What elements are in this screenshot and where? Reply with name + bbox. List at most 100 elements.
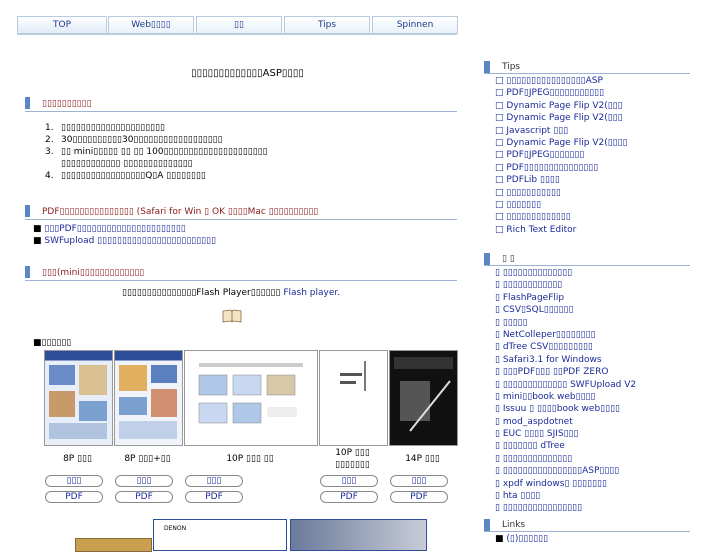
view-button[interactable]: ▯▯▯ (320, 475, 378, 487)
pdf-link-1[interactable]: ■ ▯▯▯PDF▯▯▯▯▯▯▯▯▯▯▯▯▯▯▯▯▯▯▯▯▯▯ (33, 224, 186, 234)
sample-thumbnail-7[interactable]: DENON (153, 519, 287, 551)
heading-text: ▯▯▯▯▯▯▯▯▯▯ (42, 99, 92, 109)
sidebar-item-news[interactable]: ▯ ▯▯▯▯▯▯▯▯▯▯▯▯▯▯▯▯ASP▯▯▯▯ (495, 465, 636, 477)
sidebar-item-news[interactable]: ▯ ▯▯▯▯▯▯▯▯▯▯▯▯▯▯ (495, 267, 636, 279)
heading-bar (484, 253, 490, 265)
list-item: 2. 30▯▯▯▯▯▯▯▯▯▯30▯▯▯▯▯▯▯▯▯▯▯▯▯▯▯▯▯▯ (45, 135, 223, 145)
heading-bar (25, 96, 30, 109)
sidebar-item-link[interactable]: ■ (▯)▯▯▯▯▯▯ (495, 533, 548, 545)
tab-misc[interactable]: ▯▯ (196, 16, 282, 34)
sidebar-item-news[interactable]: ▯ hta ▯▯▯▯ (495, 490, 636, 502)
sidebar-item-tip[interactable]: □ Dynamic Page Flip V2(▯▯▯ (495, 100, 628, 112)
heading-text: PDF▯▯▯▯▯▯▯▯▯▯▯▯▯▯▯ (Safari for Win ▯ OK … (42, 207, 319, 217)
thumb-brand-label: DENON (164, 525, 187, 532)
sidebar-item-news[interactable]: ▯ Safari3.1 for Windows (495, 354, 636, 366)
view-button[interactable]: ▯▯▯ (45, 475, 103, 487)
pdf-button[interactable]: PDF (45, 491, 103, 503)
thumb-caption: 8P ▯▯▯ (63, 454, 92, 464)
bullet: ■ (495, 534, 507, 544)
sample-thumbnail-5[interactable] (389, 350, 458, 446)
thumb-caption: 10P ▯▯▯ (335, 448, 370, 458)
thumb-caption: 10P ▯▯▯ ▯▯ (226, 454, 274, 464)
sidebar-item-news[interactable]: ▯ ▯▯▯▯▯▯▯ dTree (495, 440, 636, 452)
sample-thumbnail-2[interactable] (114, 350, 183, 446)
list-item: 3. ▯▯ mini▯▯▯▯▯ ▯▯ ▯▯ 100▯▯▯▯▯▯▯▯▯▯▯▯▯▯▯▯… (45, 147, 268, 157)
sidebar-item-tip[interactable]: □ PDF▯JPEG▯▯▯▯▯▯▯ (495, 149, 628, 161)
sidebar-item-tip[interactable]: □ PDFLib ▯▯▯▯ (495, 174, 628, 186)
tips-list: □ ▯▯▯▯▯▯▯▯▯▯▯▯▯▯▯▯ASP □ PDF▯JPEG▯▯▯▯▯▯▯▯… (495, 75, 628, 236)
sidebar-item-news[interactable]: ▯ dTree CSV▯▯▯▯▯▯▯▯▯ (495, 341, 636, 353)
book-icon[interactable] (222, 309, 242, 323)
sidebar-item-news[interactable]: ▯ EUC ▯▯▯▯ SJIS▯▯▯ (495, 428, 636, 440)
sidebar-item-tip[interactable]: □ Rich Text Editor (495, 224, 628, 236)
heading-bar (25, 204, 30, 217)
sidebar-item-news[interactable]: ▯ ▯▯▯▯▯▯▯▯▯▯▯▯▯▯ (495, 453, 636, 465)
sidebar-heading-links: Links (484, 519, 690, 532)
sidebar-item-tip[interactable]: □ ▯▯▯▯▯▯▯▯▯▯▯▯▯ (495, 211, 628, 223)
sidebar-item-tip[interactable]: □ PDF▯▯▯▯▯▯▯▯▯▯▯▯▯▯▯ (495, 162, 628, 174)
section-heading-pdf: PDF▯▯▯▯▯▯▯▯▯▯▯▯▯▯▯ (Safari for Win ▯ OK … (25, 204, 457, 220)
news-list: ▯ ▯▯▯▯▯▯▯▯▯▯▯▯▯▯ ▯ ▯▯▯▯▯▯▯▯▯▯▯▯ ▯ FlashP… (495, 267, 636, 515)
thumb-caption: 14P ▯▯▯ (405, 454, 440, 464)
samples-label: ■▯▯▯▯▯▯ (33, 338, 72, 348)
sidebar-item-news[interactable]: ▯ mod_aspdotnet (495, 416, 636, 428)
sidebar-item-news[interactable]: ▯ ▯▯▯▯▯▯▯▯▯▯▯▯▯▯▯▯ (495, 502, 636, 514)
heading-text: Tips (502, 62, 521, 72)
tab-web[interactable]: Web▯▯▯▯ (108, 16, 194, 34)
pdf-link-2[interactable]: ■ SWFupload ▯▯▯▯▯▯▯▯▯▯▯▯▯▯▯▯▯▯▯▯▯▯▯▯ (33, 236, 216, 246)
view-button[interactable]: ▯▯▯ (115, 475, 173, 487)
sidebar-item-news[interactable]: ▯ ▯▯▯▯▯ (495, 317, 636, 329)
sidebar-item-news[interactable]: ▯ Issuu ▯ ▯▯▯▯book web▯▯▯▯ (495, 403, 636, 415)
sample-thumbnail-4[interactable] (319, 350, 388, 446)
sidebar-item-news[interactable]: ▯ mini▯▯book web▯▯▯▯ (495, 391, 636, 403)
pdf-button[interactable]: PDF (185, 491, 243, 503)
sidebar-item-tip[interactable]: □ ▯▯▯▯▯▯▯▯▯▯▯ (495, 187, 628, 199)
sidebar-item-news[interactable]: ▯ NetColleper▯▯▯▯▯▯▯▯ (495, 329, 636, 341)
sidebar-item-tip[interactable]: □ Dynamic Page Flip V2(▯▯▯▯ (495, 137, 628, 149)
sample-thumbnail-6[interactable] (75, 538, 152, 552)
sidebar-item-tip[interactable]: □ ▯▯▯▯▯▯▯▯▯▯▯▯▯▯▯▯ASP (495, 75, 628, 87)
heading-bar (25, 265, 30, 278)
links-list: ■ (▯)▯▯▯▯▯▯ (495, 533, 548, 545)
thumb-caption: 8P ▯▯▯+▯▯ (124, 454, 171, 464)
heading-text: ▯ ▯ (502, 254, 515, 264)
heading-text: ▯▯▯(mini▯▯▯▯▯▯▯▯▯▯▯▯▯ (42, 268, 145, 278)
sidebar-item-news[interactable]: ▯ ▯▯▯PDF▯▯▯ ▯▯PDF ZERO (495, 366, 636, 378)
sidebar-item-tip[interactable]: □ PDF▯JPEG▯▯▯▯▯▯▯▯▯▯▯ (495, 87, 628, 99)
list-item: 4. ▯▯▯▯▯▯▯▯▯▯▯▯▯▯▯▯▯Q▯A ▯▯▯▯▯▯▯▯ (45, 171, 206, 181)
sidebar-item-news[interactable]: ▯ ▯▯▯▯▯▯▯▯▯▯▯▯▯ SWFUpload V2 (495, 379, 636, 391)
sidebar-item-news[interactable]: ▯ CSV▯SQL▯▯▯▯▯▯ (495, 304, 636, 316)
sidebar-heading-tips: Tips (484, 61, 690, 74)
sidebar-item-tip[interactable]: □ ▯▯▯▯▯▯▯ (495, 199, 628, 211)
section-heading-samples: ▯▯▯(mini▯▯▯▯▯▯▯▯▯▯▯▯▯ (25, 265, 457, 281)
bullet: ■ (33, 236, 45, 246)
sample-thumbnail-3[interactable] (184, 350, 318, 446)
sample-thumbnail-1[interactable] (44, 350, 113, 446)
section-heading-features: ▯▯▯▯▯▯▯▯▯▯ (25, 96, 457, 112)
list-item: ▯▯▯▯▯▯▯▯▯▯▯▯ ▯▯▯▯▯▯▯▯▯▯▯▯▯▯ (61, 159, 193, 169)
list-item: 1. ▯▯▯▯▯▯▯▯▯▯▯▯▯▯▯▯▯▯▯▯▯ (45, 123, 166, 133)
bullet: ■ (33, 224, 45, 234)
view-button[interactable]: ▯▯▯ (390, 475, 448, 487)
heading-bar (484, 61, 490, 73)
flash-note: ▯▯▯▯▯▯▯▯▯▯▯▯▯▯▯Flash Player▯▯▯▯▯▯ Flash … (122, 288, 341, 298)
heading-bar (484, 519, 490, 531)
features-list: 1. ▯▯▯▯▯▯▯▯▯▯▯▯▯▯▯▯▯▯▯▯▯ 2. 30▯▯▯▯▯▯▯▯▯▯30… (45, 122, 268, 182)
sidebar-item-tip[interactable]: □ Javascript ▯▯▯ (495, 125, 628, 137)
tab-spinnen[interactable]: Spinnen (372, 16, 458, 34)
sample-thumbnail-8[interactable] (290, 519, 427, 551)
pdf-button[interactable]: PDF (390, 491, 448, 503)
pdf-button[interactable]: PDF (115, 491, 173, 503)
flash-player-link[interactable]: Flash player. (283, 288, 340, 298)
tab-underline (17, 33, 457, 35)
sidebar-item-news[interactable]: ▯ ▯▯▯▯▯▯▯▯▯▯▯▯ (495, 279, 636, 291)
sidebar-item-news[interactable]: ▯ xpdf windows▯ ▯▯▯▯▯▯▯ (495, 478, 636, 490)
sidebar-item-tip[interactable]: □ Dynamic Page Flip V2(▯▯▯ (495, 112, 628, 124)
thumb-caption: ▯▯▯▯▯▯▯ (335, 460, 370, 470)
tab-top[interactable]: TOP (17, 16, 107, 34)
pdf-button[interactable]: PDF (320, 491, 378, 503)
view-button[interactable]: ▯▯▯ (185, 475, 243, 487)
sidebar-item-news[interactable]: ▯ FlashPageFlip (495, 292, 636, 304)
heading-text: Links (502, 520, 526, 530)
tab-tips[interactable]: Tips (284, 16, 370, 34)
